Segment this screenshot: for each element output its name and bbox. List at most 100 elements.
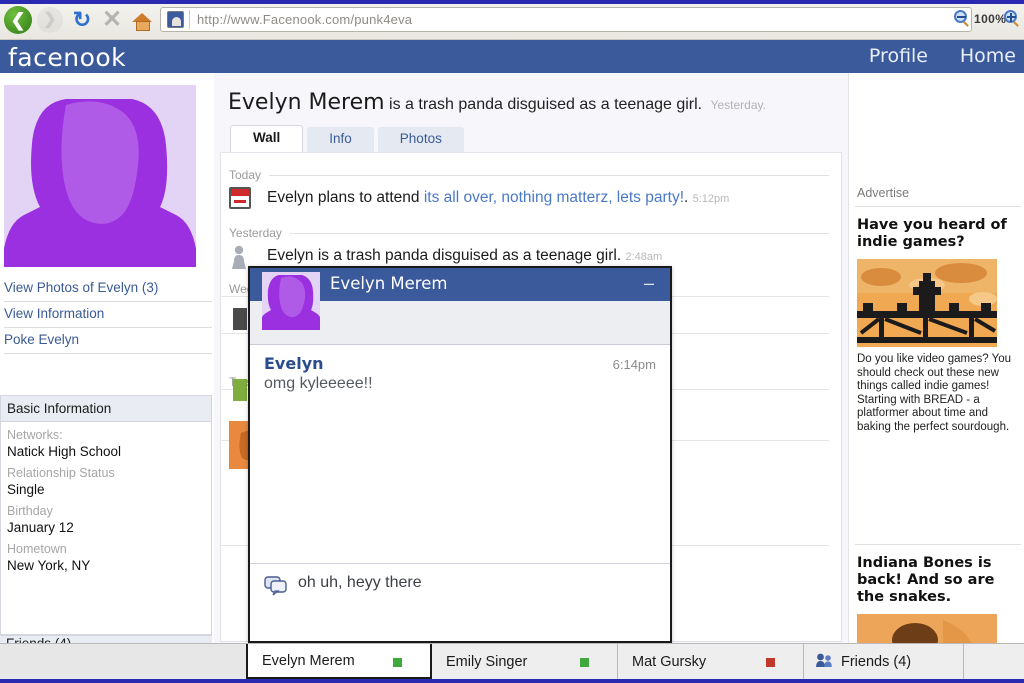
taskbar-item-evelyn-merem[interactable]: Evelyn Merem xyxy=(246,644,432,679)
day-label: Yesterday xyxy=(229,226,282,240)
profile-avatar-silhouette xyxy=(4,85,196,267)
friends-people-icon xyxy=(816,653,832,667)
taskbar-item-label: Mat Gursky xyxy=(632,653,707,670)
profile-status-time: Yesterday. xyxy=(710,98,766,112)
chat-input-field[interactable]: oh uh, heyy there xyxy=(298,574,422,592)
forward-button[interactable]: ❯ xyxy=(36,6,64,34)
chat-message: Evelyn 6:14pm omg kyleeeee!! xyxy=(250,346,670,393)
url-text: http://www.Facenook.com/punk4eva xyxy=(197,12,413,27)
info-row-birthday: Birthday January 12 xyxy=(1,498,211,536)
profile-tabs: Wall Info Photos xyxy=(230,125,468,152)
chat-message-time: 6:14pm xyxy=(612,357,656,372)
profile-photo[interactable] xyxy=(4,85,196,267)
back-button[interactable]: ❮ xyxy=(4,6,32,34)
page-title: Evelyn Merem xyxy=(228,90,385,115)
status-badge-busy xyxy=(766,658,775,667)
sidebar-link-poke[interactable]: Poke Evelyn xyxy=(4,328,212,354)
info-label: Networks: xyxy=(7,428,63,442)
status-badge-online xyxy=(393,658,402,667)
reload-button[interactable]: ↻ xyxy=(68,6,96,34)
nav-profile-link[interactable]: Profile xyxy=(869,45,928,67)
url-bar[interactable]: http://www.Facenook.com/punk4eva xyxy=(160,7,972,32)
taskbar-spacer xyxy=(0,644,248,679)
sidebar-link-view-information[interactable]: View Information xyxy=(4,302,212,328)
browser-chrome: ❮ ❯ ↻ ✕ http://www.Facenook.com/punk4eva… xyxy=(0,0,1024,40)
chat-title: Evelyn Merem xyxy=(330,274,448,293)
chat-avatar xyxy=(262,272,320,330)
taskbar-item-overflow[interactable] xyxy=(964,644,1024,679)
tab-info[interactable]: Info xyxy=(307,127,374,152)
right-sidebar-ads: Advertise Have you heard of indie games? xyxy=(848,73,1024,683)
minimize-icon[interactable]: – xyxy=(640,272,658,293)
chat-input-area[interactable]: oh uh, heyy there xyxy=(250,563,670,641)
info-label: Hometown xyxy=(7,542,67,556)
chat-taskbar: Evelyn Merem Emily Singer Mat Gursky Fri… xyxy=(0,643,1024,679)
tab-wall[interactable]: Wall xyxy=(230,125,304,152)
zoom-out-icon[interactable] xyxy=(954,10,972,28)
info-value: January 12 xyxy=(7,520,74,535)
day-rule xyxy=(289,232,829,234)
chat-window[interactable]: Evelyn Merem – Evelyn 6:14pm omg kyleeee… xyxy=(248,266,672,643)
info-row-hometown: Hometown New York, NY xyxy=(1,536,211,574)
day-label: Today xyxy=(229,168,262,182)
left-sidebar: View Photos of Evelyn (3) View Informati… xyxy=(0,73,214,648)
taskbar-item-label: Emily Singer xyxy=(446,653,528,670)
forward-arrow-icon: ❯ xyxy=(37,7,63,33)
event-calendar-icon xyxy=(229,187,255,213)
ad-title: Have you heard of indie games? xyxy=(857,217,1007,250)
wall-post-prefix: Evelyn is a trash panda disguised as a t… xyxy=(267,247,622,264)
advertise-label: Advertise xyxy=(857,186,910,200)
info-row-networks: Networks: Natick High School xyxy=(1,422,211,460)
basic-information-header: Basic Information xyxy=(1,396,211,422)
tab-photos[interactable]: Photos xyxy=(377,127,464,152)
wall-icon-obscured-2 xyxy=(233,379,247,401)
ad-body: Do you like video games? You should chec… xyxy=(857,353,1012,433)
url-divider xyxy=(189,10,190,29)
site-favicon-icon xyxy=(167,11,184,28)
nav-home-link[interactable]: Home xyxy=(960,45,1016,67)
wall-day-yesterday: Yesterday xyxy=(229,225,829,241)
info-value: Natick High School xyxy=(7,444,122,459)
site-logo[interactable]: facenook xyxy=(8,43,126,72)
ad-separator xyxy=(855,544,1021,545)
taskbar-item-mat-gursky[interactable]: Mat Gursky xyxy=(618,644,804,679)
info-value: Single xyxy=(7,482,45,497)
wall-icon-obscured-1 xyxy=(233,308,247,330)
ad-divider xyxy=(855,206,1021,207)
chat-message-list: Evelyn 6:14pm omg kyleeeee!! xyxy=(250,346,670,563)
wall-post-prefix: Evelyn plans to attend xyxy=(267,189,424,206)
sidebar-link-view-photos[interactable]: View Photos of Evelyn (3) xyxy=(4,276,212,302)
day-rule xyxy=(269,174,829,176)
home-icon xyxy=(132,11,152,31)
info-label: Relationship Status xyxy=(7,466,115,480)
status-badge-online xyxy=(580,658,589,667)
chat-avatar-silhouette xyxy=(262,272,320,330)
info-label: Birthday xyxy=(7,504,53,518)
wall-post-time: 5:12pm xyxy=(692,193,730,205)
wall-post-suffix: . xyxy=(684,189,689,206)
zoom-in-icon[interactable] xyxy=(1004,10,1022,28)
taskbar-friends-button[interactable]: Friends (4) xyxy=(804,644,964,679)
chat-message-header: Evelyn 6:14pm xyxy=(264,354,656,373)
wall-post-link[interactable]: its all over, nothing matterz, lets part… xyxy=(424,189,684,206)
home-button[interactable] xyxy=(128,6,156,34)
zoom-level-label: 100% xyxy=(974,12,1007,26)
wall-post-text: Evelyn plans to attend its all over, not… xyxy=(267,189,729,207)
profile-status-text: is a trash panda disguised as a teenage … xyxy=(389,96,703,113)
profile-status-line: Evelyn Merem is a trash panda disguised … xyxy=(228,90,838,115)
wall-day-today: Today xyxy=(229,167,829,183)
info-value: New York, NY xyxy=(7,558,91,573)
ad-title: Indiana Bones is back! And so are the sn… xyxy=(857,555,995,605)
info-row-relationship: Relationship Status Single xyxy=(1,460,211,498)
chat-message-body: omg kyleeeee!! xyxy=(264,375,373,392)
back-arrow-icon: ❮ xyxy=(4,6,32,34)
wall-post-text: Evelyn is a trash panda disguised as a t… xyxy=(267,247,662,265)
ad-image-indie-game xyxy=(857,259,997,347)
stop-button[interactable]: ✕ xyxy=(98,6,126,34)
wall-post-time: 2:48am xyxy=(625,251,663,263)
ad-indie-games[interactable]: Have you heard of indie games? Do you li… xyxy=(857,217,1019,434)
taskbar-bottom-accent xyxy=(0,679,1024,683)
chat-bubbles-icon xyxy=(264,576,288,596)
browser-top-accent xyxy=(0,0,1024,4)
taskbar-item-emily-singer[interactable]: Emily Singer xyxy=(432,644,618,679)
